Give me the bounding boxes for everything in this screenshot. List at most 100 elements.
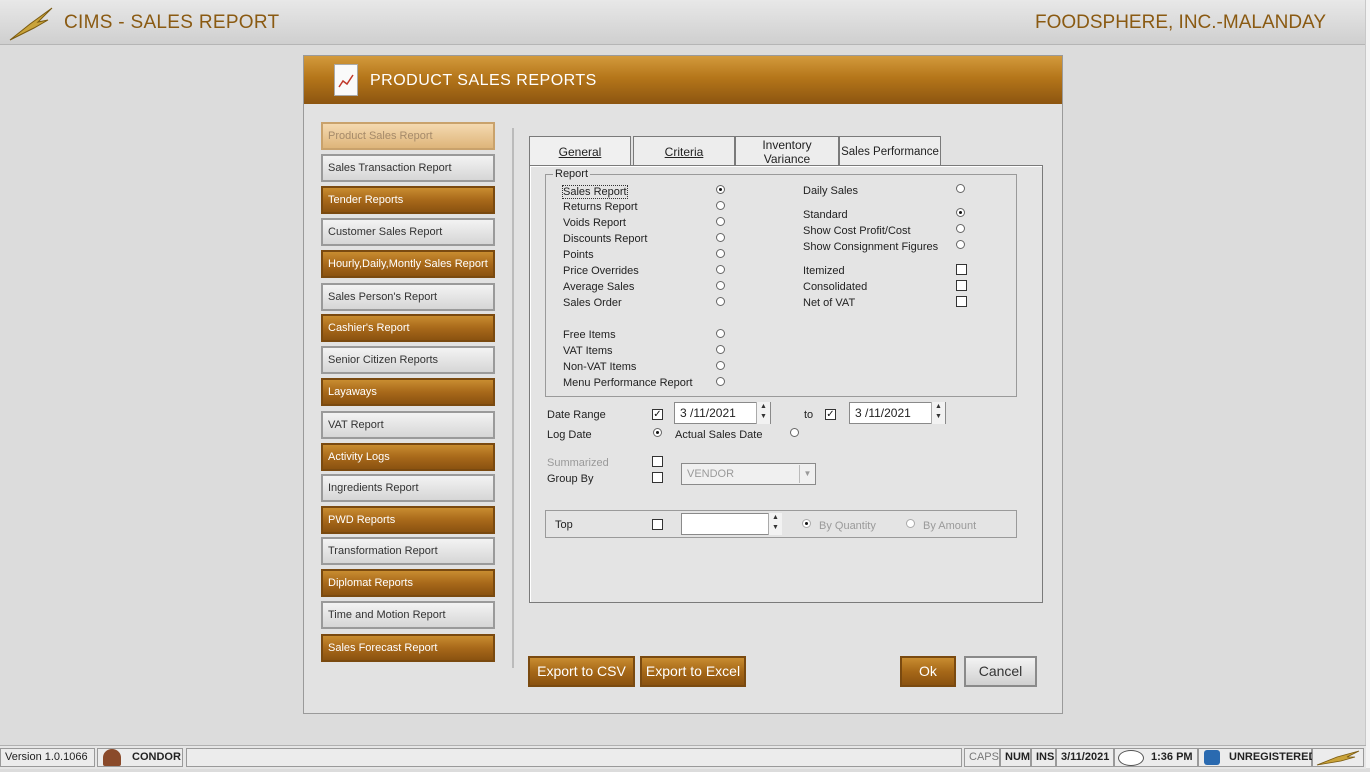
general-tab-content: Report Sales Report Returns Report Voids… [529,165,1043,603]
sidebar-item-cashiers-report[interactable]: Cashier's Report [321,314,495,342]
sidebar-item-customer-sales-report[interactable]: Customer Sales Report [321,218,495,246]
date-indicator: 3/11/2021 [1056,748,1114,767]
report-document-icon [334,64,358,96]
eagle-logo-small [1312,748,1364,767]
export-csv-button[interactable]: Export to CSV [528,656,635,687]
sidebar-item-ingredients-report[interactable]: Ingredients Report [321,474,495,502]
panel-header: PRODUCT SALES REPORTS [304,56,1062,104]
daily-sales-label: Daily Sales [803,185,859,197]
date-from-spinner[interactable]: ▲ ▼ [756,402,770,424]
date-from-checkbox[interactable]: ✓ [652,409,663,420]
date-range-label: Date Range [547,409,606,421]
option-voids-report-radio[interactable] [716,217,725,226]
option-average-sales-label: Average Sales [563,281,635,293]
status-message [186,748,962,767]
registration-text: UNREGISTERED [1229,751,1317,763]
show-cost-profit-radio[interactable] [956,224,965,233]
option-points-label: Points [563,249,594,261]
summarized-label: Summarized [547,457,609,469]
export-excel-button[interactable]: Export to Excel [640,656,746,687]
version-text: Version 1.0.1066 [0,748,95,767]
tab-criteria[interactable]: Criteria [633,136,735,166]
sidebar-item-activity-logs[interactable]: Activity Logs [321,443,495,471]
option-sales-order-label: Sales Order [563,297,622,309]
date-to-label: to [804,409,814,421]
option-discounts-report-label: Discounts Report [563,233,648,245]
group-by-select[interactable]: VENDOR [681,463,816,485]
option-free-items-label: Free Items [563,329,616,341]
tab-sales-performance-label: Sales Performance [841,146,939,158]
tab-inventory-variance-label: Inventory Variance [762,138,812,166]
date-to-value: 3 /11/2021 [855,406,911,420]
group-by-value: VENDOR [687,468,735,480]
option-returns-report-radio[interactable] [716,201,725,210]
sidebar-item-diplomat-reports[interactable]: Diplomat Reports [321,569,495,597]
option-points-radio[interactable] [716,249,725,258]
by-amount-label: By Amount [923,520,977,532]
date-to-checkbox[interactable]: ✓ [825,409,836,420]
user-name-text: CONDOR [132,751,181,763]
option-returns-report-label: Returns Report [563,201,638,213]
option-vat-items-radio[interactable] [716,345,725,354]
option-voids-report-label: Voids Report [563,217,626,229]
group-by-label: Group By [547,473,594,485]
sidebar-item-sales-transaction-report[interactable]: Sales Transaction Report [321,154,495,182]
clock-icon [1118,750,1144,766]
sidebar-item-vat-report[interactable]: VAT Report [321,411,495,439]
time-text: 1:36 PM [1151,751,1193,763]
top-count-input[interactable] [681,513,769,535]
option-menu-performance-report-radio[interactable] [716,377,725,386]
tab-general-label: General [558,145,602,159]
sidebar-item-hourly-daily-monthly-sales-report[interactable]: Hourly,Daily,Montly Sales Report [321,250,495,278]
chevron-down-icon[interactable]: ▼ [799,465,815,483]
option-non-vat-items-label: Non-VAT Items [563,361,637,373]
by-quantity-radio[interactable] [802,519,811,528]
sidebar-item-sales-forecast-report[interactable]: Sales Forecast Report [321,634,495,662]
user-avatar-icon [103,749,121,766]
net-of-vat-checkbox[interactable] [956,296,967,307]
summarized-checkbox[interactable] [652,456,663,467]
option-price-overrides-label: Price Overrides [563,265,639,277]
tab-sales-performance[interactable]: Sales Performance [839,136,941,166]
sidebar-item-transformation-report[interactable]: Transformation Report [321,537,495,565]
group-by-checkbox[interactable] [652,472,663,483]
option-vat-items-label: VAT Items [563,345,613,357]
cancel-button[interactable]: Cancel [964,656,1037,687]
option-free-items-radio[interactable] [716,329,725,338]
tab-general[interactable]: General [529,136,631,167]
window-scrollbar[interactable] [1365,0,1370,768]
eagle-small-icon [1316,750,1360,766]
option-discounts-report-radio[interactable] [716,233,725,242]
standard-radio[interactable] [956,208,965,217]
date-to-spinner[interactable]: ▲ ▼ [931,402,945,424]
ins-indicator: INS [1031,748,1056,767]
top-count-spinner[interactable]: ▲ ▼ [768,513,782,535]
sidebar-item-pwd-reports[interactable]: PWD Reports [321,506,495,534]
option-sales-report-radio[interactable] [716,185,725,194]
sidebar-item-sales-persons-report[interactable]: Sales Person's Report [321,283,495,311]
option-average-sales-radio[interactable] [716,281,725,290]
report-group-label: Report [553,168,591,180]
sidebar-item-product-sales-report[interactable]: Product Sales Report [321,122,495,150]
option-non-vat-items-radio[interactable] [716,361,725,370]
log-date-radio[interactable] [653,428,662,437]
sidebar-item-time-and-motion-report[interactable]: Time and Motion Report [321,601,495,629]
status-bar: Version 1.0.1066 CONDOR CAPS NUM INS 3/1… [0,745,1366,769]
sidebar-item-layaways[interactable]: Layaways [321,378,495,406]
itemized-checkbox[interactable] [956,264,967,275]
tab-inventory-variance[interactable]: Inventory Variance [735,136,839,166]
show-cost-profit-label: Show Cost Profit/Cost [803,225,911,237]
by-amount-radio[interactable] [906,519,915,528]
sidebar-item-tender-reports[interactable]: Tender Reports [321,186,495,214]
panel-title: PRODUCT SALES REPORTS [370,72,597,89]
option-sales-order-radio[interactable] [716,297,725,306]
option-price-overrides-radio[interactable] [716,265,725,274]
ok-button[interactable]: Ok [900,656,956,687]
sidebar-item-senior-citizen-reports[interactable]: Senior Citizen Reports [321,346,495,374]
daily-sales-radio[interactable] [956,184,965,193]
globe-icon [1204,750,1220,765]
show-consignment-figures-radio[interactable] [956,240,965,249]
actual-sales-date-radio[interactable] [790,428,799,437]
consolidated-checkbox[interactable] [956,280,967,291]
top-checkbox[interactable] [652,519,663,530]
